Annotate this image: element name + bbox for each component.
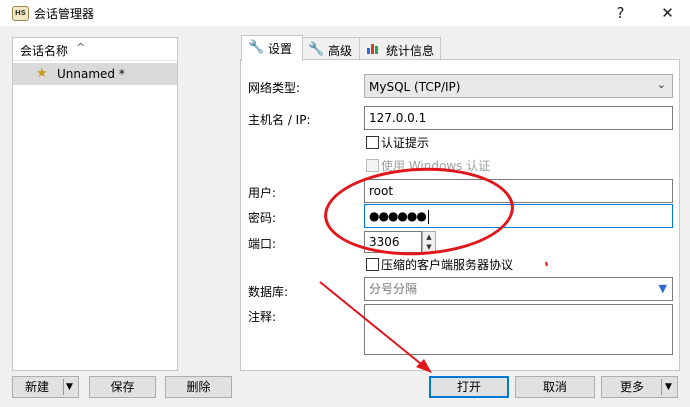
- annotation-arrow: [319, 261, 548, 373]
- tab-settings[interactable]: 🔧 设置: [241, 35, 303, 61]
- tab-settings-label: 设置: [268, 42, 293, 56]
- wrench-icon: 🔧: [248, 40, 265, 55]
